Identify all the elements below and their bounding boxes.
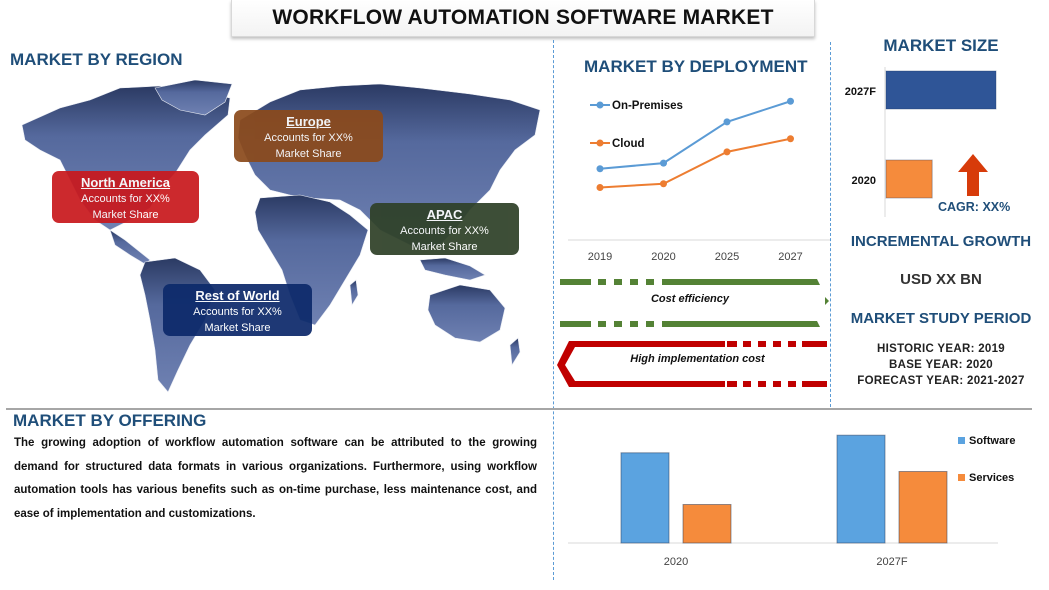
deployment-line-chart: 2019 2020 2025 2027 On-Premises Cloud xyxy=(568,97,830,263)
forecast-year: FORECAST YEAR: 2021-2027 xyxy=(857,375,1025,387)
cagr-label: CAGR: XX% xyxy=(938,200,1011,214)
driver-dash xyxy=(560,321,591,327)
region-share: Accounts for XX% xyxy=(400,225,489,237)
region-box-rest-of-world: Rest of World Accounts for XX% Market Sh… xyxy=(163,284,312,336)
offering-title: MARKET BY OFFERING xyxy=(13,411,207,430)
driver-dash xyxy=(802,381,827,387)
deployment-title: MARKET BY DEPLOYMENT xyxy=(584,57,808,76)
x-tick-label: 2019 xyxy=(588,251,612,263)
driver-dash xyxy=(646,279,654,285)
offering-description: The growing adoption of workflow automat… xyxy=(14,437,537,520)
divider-vertical-left xyxy=(553,40,554,580)
driver-bar xyxy=(667,279,820,285)
driver-dash xyxy=(646,321,654,327)
continent-australia xyxy=(427,284,506,343)
region-share: Accounts for XX% xyxy=(264,132,353,144)
bar-services-2020 xyxy=(682,504,732,544)
page-title: WORKFLOW AUTOMATION SOFTWARE MARKET xyxy=(231,0,815,37)
legend-label: Services xyxy=(969,472,1014,484)
bar-software-2020 xyxy=(620,452,670,544)
driver-dash xyxy=(614,321,622,327)
bar-services-2027f xyxy=(898,471,948,544)
region-box-north-america: North America Accounts for XX% Market Sh… xyxy=(52,171,199,223)
legend-marker xyxy=(958,474,965,481)
driver-dash xyxy=(743,341,751,347)
region-box-europe: Europe Accounts for XX% Market Share xyxy=(234,110,383,162)
x-tick-label: 2020 xyxy=(651,251,675,263)
driver-dash xyxy=(727,381,737,387)
bar-software-2027f xyxy=(836,434,886,544)
offering-bar-chart: 2020 2027F Software Services xyxy=(568,434,1015,568)
driver-dash xyxy=(560,279,591,285)
data-point xyxy=(723,148,731,156)
arrow-up-icon xyxy=(958,154,988,196)
region-name: APAC xyxy=(426,207,463,222)
legend-marker xyxy=(596,139,604,147)
driver-dash xyxy=(727,341,737,347)
market-size-bar-chart: 2027F 2020 xyxy=(845,67,997,217)
data-point xyxy=(787,135,794,143)
driver-negative-label: High implementation cost xyxy=(630,353,765,365)
incremental-growth-value: USD XX BN xyxy=(900,271,982,288)
data-point xyxy=(660,180,667,188)
region-title: MARKET BY REGION xyxy=(10,50,183,69)
y-tick-label: 2027F xyxy=(845,86,876,98)
region-share-label: Market Share xyxy=(204,322,271,334)
data-point xyxy=(596,165,604,173)
study-period-title: MARKET STUDY PERIOD xyxy=(850,310,1032,327)
driver-dash xyxy=(743,381,751,387)
region-share: Accounts for XX% xyxy=(193,306,282,318)
driver-dash xyxy=(802,341,827,347)
legend-marker xyxy=(596,101,604,109)
legend-label: On-Premises xyxy=(612,100,683,112)
divider-horizontal xyxy=(6,408,1032,410)
continent-central-america xyxy=(109,229,151,265)
data-point xyxy=(596,184,604,191)
region-name: Europe xyxy=(286,114,331,129)
driver-dash xyxy=(598,279,606,285)
driver-positive-label: Cost efficiency xyxy=(650,293,730,305)
legend-label: Software xyxy=(969,435,1015,447)
region-share: Accounts for XX% xyxy=(81,193,170,205)
driver-dash xyxy=(630,279,638,285)
bar-2020 xyxy=(885,159,933,199)
driver-bar xyxy=(667,321,820,327)
base-year: BASE YEAR: 2020 xyxy=(889,359,993,371)
driver-dash xyxy=(614,279,622,285)
market-size-title: MARKET SIZE xyxy=(883,36,999,55)
legend-label: Cloud xyxy=(612,138,645,150)
bar-2027f xyxy=(885,70,997,110)
region-share-label: Market Share xyxy=(92,209,159,221)
arrow-right-icon xyxy=(825,297,829,305)
region-name: Rest of World xyxy=(195,288,280,303)
x-tick-label: 2027 xyxy=(778,251,802,263)
incremental-growth-title: INCREMENTAL GROWTH xyxy=(850,233,1032,250)
driver-dash xyxy=(788,341,796,347)
x-tick-label: 2020 xyxy=(664,556,688,568)
driver-dash xyxy=(630,321,638,327)
driver-dash xyxy=(773,341,781,347)
driver-dash xyxy=(758,341,766,347)
continent-se-asia xyxy=(419,257,486,281)
historic-year: HISTORIC YEAR: 2019 xyxy=(877,343,1005,355)
data-point xyxy=(723,118,731,126)
region-share-label: Market Share xyxy=(411,241,478,253)
data-point xyxy=(787,97,794,105)
legend-marker xyxy=(958,437,965,444)
region-box-apac: APAC Accounts for XX% Market Share xyxy=(370,203,519,255)
region-name: North America xyxy=(80,175,171,190)
x-tick-label: 2027F xyxy=(876,556,907,568)
data-point xyxy=(660,159,667,167)
y-tick-label: 2020 xyxy=(852,175,876,187)
driver-dash xyxy=(788,381,796,387)
x-tick-label: 2025 xyxy=(715,251,739,263)
driver-dash xyxy=(758,381,766,387)
continent-new-zealand xyxy=(509,337,521,366)
driver-dash xyxy=(773,381,781,387)
continent-madagascar xyxy=(349,279,359,306)
driver-dash xyxy=(598,321,606,327)
region-share-label: Market Share xyxy=(275,148,342,160)
